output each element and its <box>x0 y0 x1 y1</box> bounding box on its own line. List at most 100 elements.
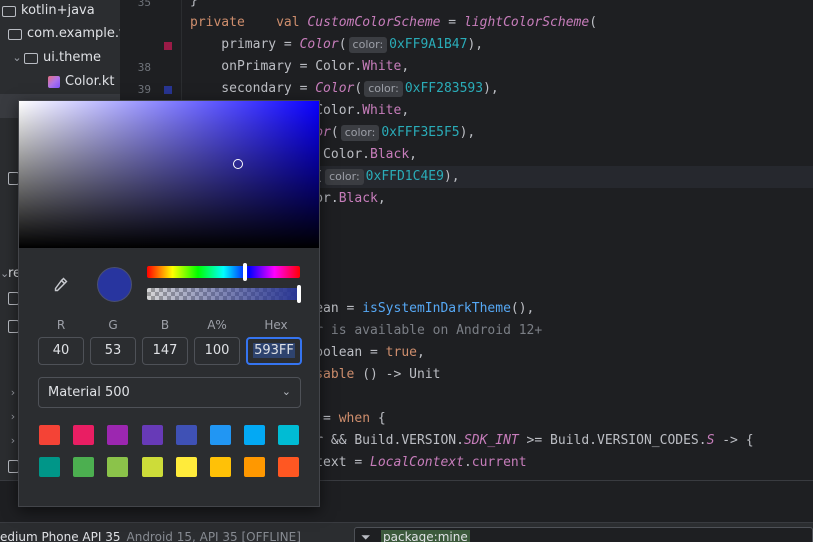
tree-item-ui-theme[interactable]: ⌄ ui.theme <box>10 47 101 69</box>
code-token: , <box>377 191 386 206</box>
palette-swatch[interactable] <box>107 457 129 477</box>
inlay-hint: color: <box>340 125 380 141</box>
palette-swatch[interactable] <box>278 425 300 445</box>
code-token: lightColorScheme <box>463 15 590 30</box>
alpha-label: A% <box>207 318 227 332</box>
saturation-brightness-field[interactable] <box>19 101 319 248</box>
alpha-slider-handle[interactable] <box>297 285 301 303</box>
code-token: White <box>362 59 402 74</box>
palette-dropdown[interactable]: Material 500 ⌄ <box>38 377 301 408</box>
saturation-cursor[interactable] <box>233 159 243 169</box>
code-token: ), <box>459 125 476 140</box>
code-token: SDK_INT <box>463 433 519 448</box>
code-line[interactable]: primary = Color(color: 0xFF9A1B47), <box>190 34 483 56</box>
code-token: Color <box>299 37 339 52</box>
inlay-hint: color: <box>364 81 403 97</box>
code-token: ( <box>338 37 347 52</box>
code-token: when <box>338 411 371 426</box>
code-token: current <box>471 455 527 470</box>
code-token: isSystemInDarkTheme <box>362 301 511 316</box>
code-token: White <box>362 103 402 118</box>
hue-slider-handle[interactable] <box>242 263 247 281</box>
package-icon <box>8 28 22 40</box>
code-token: ( <box>330 125 339 140</box>
alpha-slider[interactable] <box>147 285 301 303</box>
tree-item-label: ui.theme <box>43 50 101 65</box>
chevron-down-icon[interactable]: ⌄ <box>0 263 9 285</box>
palette-swatch[interactable] <box>175 425 197 445</box>
code-token: onPrimary = Color. <box>190 59 363 74</box>
line-number: 35 <box>137 0 151 9</box>
filter-icon: ⏷ <box>361 530 371 542</box>
code-token: Black <box>338 191 378 206</box>
code-token: , <box>401 59 410 74</box>
palette-swatch[interactable] <box>141 457 163 477</box>
eyedropper-icon[interactable] <box>51 276 71 296</box>
color-swatch-icon[interactable] <box>164 42 172 50</box>
green-label: G <box>108 318 118 332</box>
palette-swatch[interactable] <box>39 425 60 445</box>
red-label: R <box>56 318 66 332</box>
folder-icon <box>2 5 16 17</box>
code-token: LocalContext <box>370 455 464 470</box>
blue-label: B <box>160 318 170 332</box>
palette-swatch[interactable] <box>73 457 95 477</box>
code-token: } <box>190 0 198 8</box>
green-input[interactable]: 53 <box>90 337 136 365</box>
inlay-hint: color: <box>325 169 364 185</box>
code-line[interactable]: onPrimary = Color.White, <box>190 56 409 78</box>
line-number: 38 <box>137 61 151 74</box>
code-token: , <box>409 147 417 162</box>
palette-swatch[interactable] <box>39 457 60 477</box>
palette-swatch[interactable] <box>244 425 266 445</box>
code-token: , <box>401 103 410 118</box>
palette-swatch[interactable] <box>210 457 231 477</box>
palette-swatch[interactable] <box>107 425 129 445</box>
chevron-down-icon: ⌄ <box>281 385 291 398</box>
color-picker-popup: R G B A% Hex 40 53 147 100 593FF Materia… <box>18 100 320 507</box>
code-token: ), <box>443 169 460 184</box>
tree-item-color-kt[interactable]: Color.kt <box>48 71 115 93</box>
hex-input[interactable]: 593FF <box>246 337 302 365</box>
code-token: primary = <box>190 37 300 52</box>
filter-text: package:mine <box>381 530 470 542</box>
palette-swatch[interactable] <box>73 425 95 445</box>
palette-swatch[interactable] <box>210 425 231 445</box>
code-token: private <box>190 15 245 30</box>
palette-swatch[interactable] <box>175 457 197 477</box>
inlay-hint: color: <box>348 37 388 53</box>
device-selector[interactable]: edium Phone API 35 Android 15, API 35 [OF… <box>0 530 301 542</box>
color-swatch-icon[interactable] <box>164 86 172 94</box>
code-line[interactable]: secondary = Color(color: 0xFF283593), <box>190 78 499 100</box>
code-token: ( <box>589 15 598 30</box>
code-token: . <box>463 455 472 470</box>
tree-item-label: kotlin+java <box>21 3 95 18</box>
code-line[interactable]: private val CustomColorScheme = lightCol… <box>190 12 597 34</box>
hex-label: Hex <box>264 318 288 332</box>
palette-swatch[interactable] <box>244 457 266 477</box>
alpha-input[interactable]: 100 <box>194 337 240 365</box>
red-input[interactable]: 40 <box>38 337 84 365</box>
line-number: 39 <box>137 83 151 96</box>
code-token: Color <box>315 81 355 96</box>
code-token: val <box>276 15 308 30</box>
code-token: 0xFFF3E5F5 <box>381 125 460 140</box>
code-token: -> { <box>714 433 754 448</box>
code-token: CustomColorScheme <box>307 15 441 30</box>
code-token: 0xFFD1C4E9 <box>365 169 444 184</box>
code-token: , <box>416 345 425 360</box>
code-token: 0xFF283593 <box>404 81 484 96</box>
chevron-down-icon[interactable]: ⌄ <box>10 47 24 69</box>
code-token: true <box>385 345 417 360</box>
logcat-filter-input[interactable]: ⏷ package:mine <box>354 527 813 542</box>
palette-swatch[interactable] <box>278 457 300 477</box>
kotlin-file-icon <box>48 76 60 88</box>
code-token: { <box>370 411 386 426</box>
tree-item-kotlin-java[interactable]: kotlin+java <box>2 0 95 22</box>
hue-slider[interactable] <box>147 263 300 281</box>
code-token: (), <box>510 301 535 316</box>
code-token: secondary = <box>190 81 316 96</box>
code-line[interactable]: } <box>190 0 198 12</box>
palette-swatch[interactable] <box>141 425 163 445</box>
blue-input[interactable]: 147 <box>142 337 188 365</box>
